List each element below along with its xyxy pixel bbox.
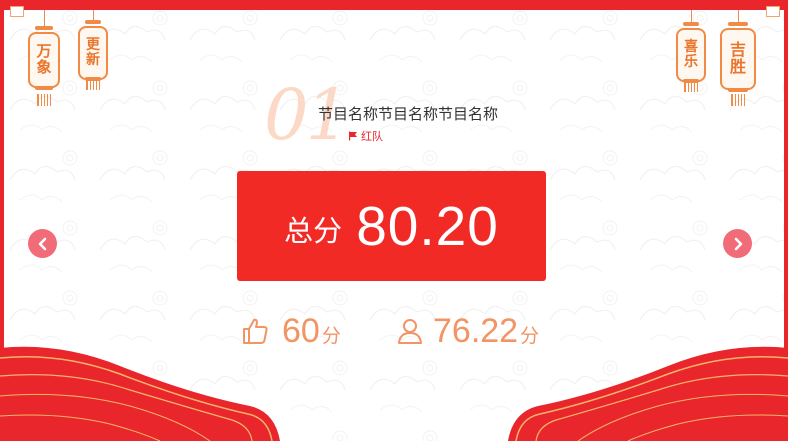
judges-unit: 分 bbox=[520, 325, 540, 347]
next-button[interactable] bbox=[723, 229, 752, 258]
lantern-left-1: 万 象 bbox=[28, 10, 60, 106]
thumbs-up-icon bbox=[243, 318, 268, 344]
corner-ornament-left bbox=[10, 6, 24, 17]
wave-decoration-right bbox=[508, 346, 788, 441]
wave-decoration-left bbox=[0, 346, 280, 441]
chevron-right-icon bbox=[734, 237, 742, 250]
prev-button[interactable] bbox=[28, 229, 57, 258]
team-label: 红队 bbox=[348, 128, 383, 144]
likes-unit: 分 bbox=[321, 325, 341, 347]
likes-score: 60 分 bbox=[243, 312, 341, 351]
lantern-left-2: 更 新 bbox=[78, 10, 108, 90]
lantern-char: 胜 bbox=[729, 57, 746, 76]
team-name: 红队 bbox=[361, 130, 383, 143]
lantern-char: 象 bbox=[36, 58, 52, 76]
lantern-char: 更 bbox=[86, 37, 100, 54]
chevron-left-icon bbox=[38, 237, 46, 250]
corner-ornament-right bbox=[766, 6, 780, 17]
lantern-char: 喜 bbox=[684, 39, 698, 56]
lantern-char: 乐 bbox=[684, 54, 698, 70]
total-score-value: 80.20 bbox=[356, 195, 499, 257]
lantern-right-2: 吉 胜 bbox=[720, 10, 756, 106]
flag-icon bbox=[349, 131, 357, 141]
total-score-label: 总分 bbox=[284, 214, 343, 248]
program-name: 节目名称节目名称节目名称 bbox=[318, 105, 499, 123]
total-score-card: 总分 80.20 bbox=[237, 171, 546, 281]
lantern-right-1: 喜 乐 bbox=[676, 10, 706, 92]
user-icon bbox=[398, 319, 422, 344]
lantern-char: 新 bbox=[86, 52, 100, 68]
